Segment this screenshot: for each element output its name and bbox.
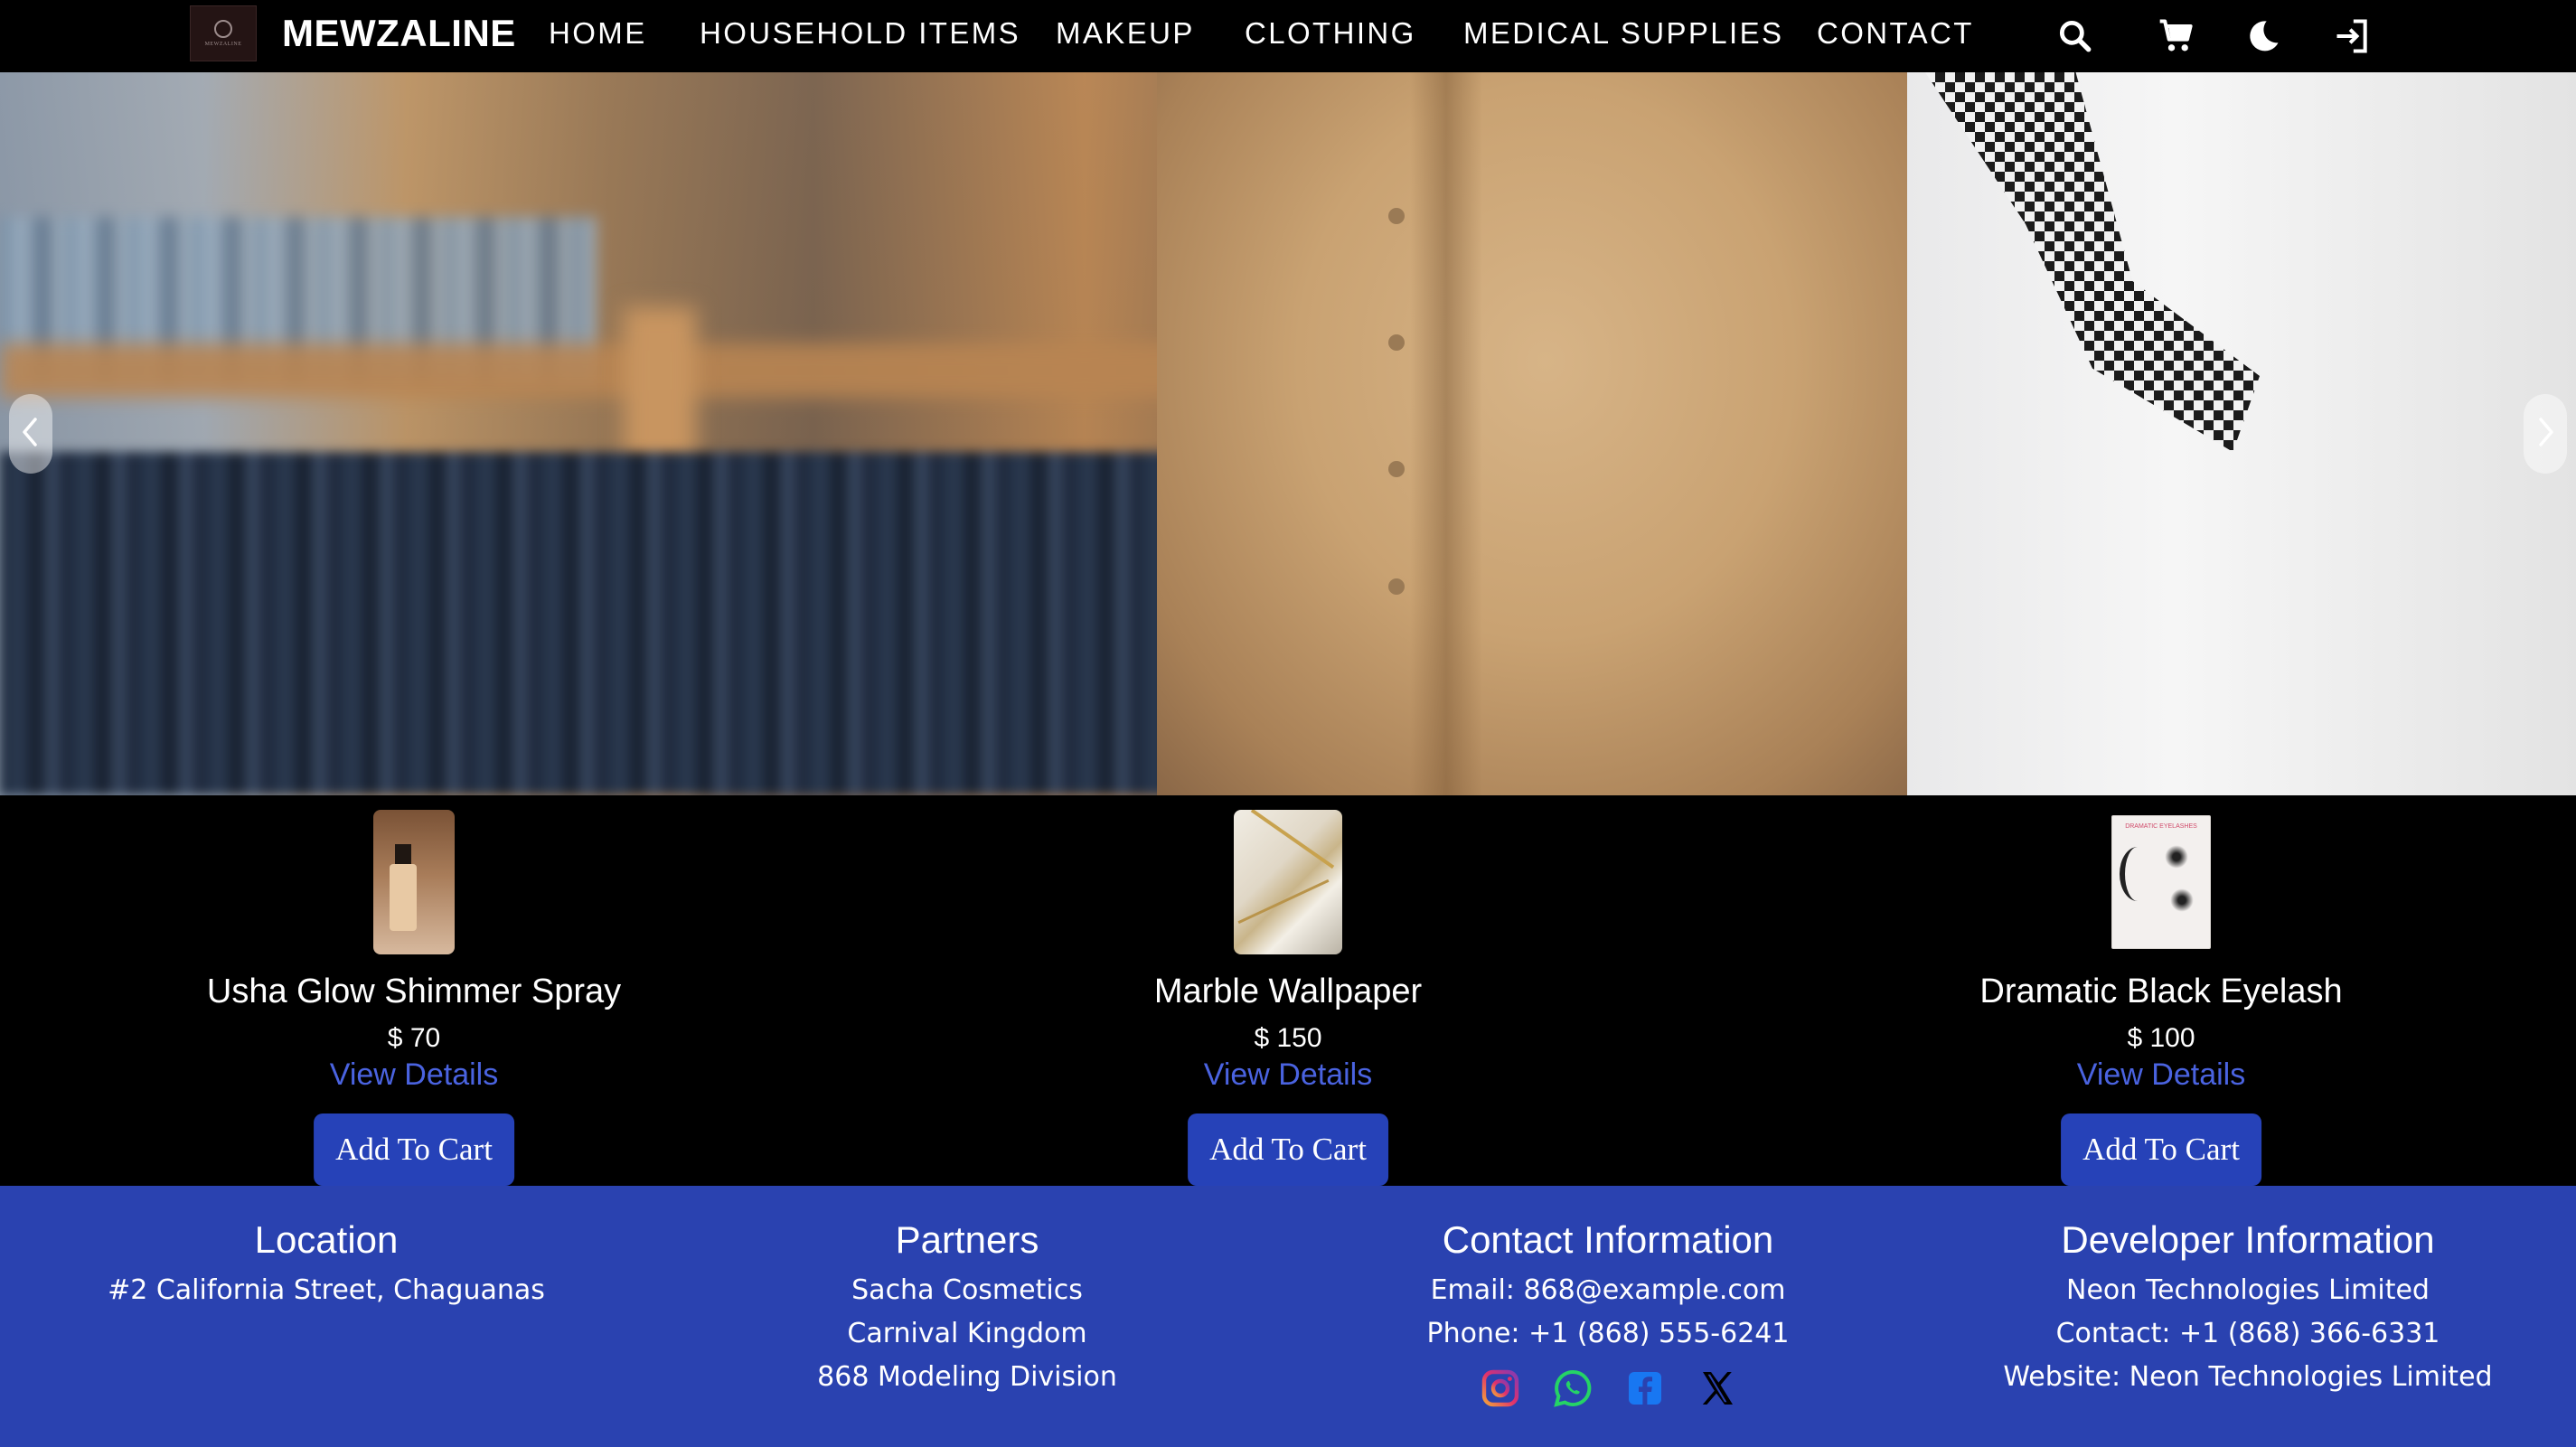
cart-icon[interactable] — [2157, 16, 2196, 56]
footer-developer-name: Neon Technologies Limited — [2066, 1274, 2430, 1306]
add-to-cart-button[interactable]: Add To Cart — [1188, 1113, 1388, 1186]
carousel-prev-button[interactable] — [9, 394, 52, 474]
hero-carousel-image — [0, 72, 2576, 795]
product-price: $ 100 — [2127, 1023, 2195, 1053]
whatsapp-icon[interactable] — [1551, 1367, 1594, 1410]
product-image[interactable]: DRAMATIC EYELASHES — [2111, 815, 2211, 949]
footer-partner-item: Carnival Kingdom — [847, 1318, 1087, 1349]
product-card: Marble Wallpaper $ 150 View Details Add … — [972, 795, 1604, 1186]
nav-medical-supplies[interactable]: MEDICAL SUPPLIES — [1463, 16, 1783, 51]
footer: Location #2 California Street, Chaguanas… — [0, 1186, 2576, 1447]
instagram-icon[interactable] — [1479, 1367, 1522, 1410]
brand-logo[interactable]: MEWZALINE — [190, 5, 257, 61]
footer-partners: Partners Sacha Cosmetics Carnival Kingdo… — [651, 1218, 1283, 1399]
hero-shirt-placket — [1410, 72, 1482, 795]
add-to-cart-button[interactable]: Add To Cart — [314, 1113, 514, 1186]
search-icon[interactable] — [2055, 16, 2095, 56]
hero-shirt-button — [1388, 334, 1405, 351]
footer-developer: Developer Information Neon Technologies … — [1932, 1218, 2564, 1399]
eyelash-shape — [2168, 887, 2195, 914]
footer-partner-item: Sacha Cosmetics — [851, 1274, 1083, 1306]
hero-shirt-button — [1388, 208, 1405, 224]
footer-contact: Contact Information Email: 868@example.c… — [1292, 1218, 1924, 1356]
nav-household-items[interactable]: HOUSEHOLD ITEMS — [700, 16, 1020, 51]
spray-cap — [395, 844, 411, 866]
view-details-link[interactable]: View Details — [98, 1057, 730, 1093]
footer-partner-item: 868 Modeling Division — [817, 1361, 1117, 1393]
footer-contact-title: Contact Information — [1442, 1218, 1774, 1261]
footer-location: Location #2 California Street, Chaguanas — [10, 1218, 643, 1312]
product-price: $ 150 — [1254, 1023, 1322, 1053]
chevron-left-icon — [17, 414, 44, 455]
footer-partners-title: Partners — [895, 1218, 1039, 1261]
chevron-right-icon — [2532, 414, 2559, 455]
eyelash-shape — [2120, 847, 2156, 901]
x-icon[interactable] — [1696, 1367, 1739, 1410]
view-details-link[interactable]: View Details — [1845, 1057, 2477, 1093]
footer-contact-phone: Phone: +1 (868) 555-6241 — [1426, 1318, 1790, 1349]
product-name: Marble Wallpaper — [1153, 972, 1423, 1010]
nav-clothing[interactable]: CLOTHING — [1245, 16, 1416, 51]
hero-clothing-rack — [0, 452, 1247, 795]
product-name: Usha Glow Shimmer Spray — [206, 972, 622, 1010]
hero-shirt-button — [1388, 578, 1405, 595]
footer-developer-website[interactable]: Website: Neon Technologies Limited — [1932, 1356, 2564, 1399]
product-card: Usha Glow Shimmer Spray $ 70 View Detail… — [98, 795, 730, 1186]
navbar: MEWZALINE MEWZALINE HOME HOUSEHOLD ITEMS… — [0, 0, 2576, 72]
login-icon[interactable] — [2332, 16, 2372, 56]
product-image[interactable] — [1234, 810, 1342, 954]
carousel-next-button[interactable] — [2524, 394, 2567, 474]
product-image-title: DRAMATIC EYELASHES — [2125, 823, 2197, 830]
product-image[interactable] — [373, 810, 455, 954]
facebook-icon[interactable] — [1623, 1367, 1667, 1410]
product-name: Dramatic Black Eyelash — [1979, 972, 2343, 1010]
logo-mark — [214, 20, 232, 38]
footer-location-address: #2 California Street, Chaguanas — [108, 1274, 545, 1306]
product-card: DRAMATIC EYELASHES Dramatic Black Eyelas… — [1845, 795, 2477, 1186]
nav-contact[interactable]: CONTACT — [1817, 16, 1974, 51]
eyelash-shape — [2163, 843, 2190, 870]
add-to-cart-button[interactable]: Add To Cart — [2061, 1113, 2261, 1186]
logo-text: MEWZALINE — [204, 42, 242, 47]
view-details-link[interactable]: View Details — [972, 1057, 1604, 1093]
product-price: $ 70 — [387, 1023, 441, 1053]
nav-home[interactable]: HOME — [549, 16, 647, 51]
marble-vein — [1250, 810, 1335, 869]
product-list: Usha Glow Shimmer Spray $ 70 View Detail… — [0, 795, 2576, 1186]
hero-tan-shirt — [1157, 72, 1934, 795]
dark-mode-icon[interactable] — [2243, 16, 2283, 56]
brand-name[interactable]: MEWZALINE — [282, 12, 516, 55]
hero-shirt-button — [1388, 461, 1405, 477]
footer-contact-email: Email: 868@example.com — [1430, 1274, 1786, 1306]
footer-location-title: Location — [254, 1218, 399, 1261]
spray-bottle — [390, 864, 417, 931]
footer-developer-title: Developer Information — [2061, 1218, 2435, 1261]
nav-makeup[interactable]: MAKEUP — [1056, 16, 1195, 51]
marble-vein — [1237, 879, 1330, 925]
footer-developer-contact: Contact: +1 (868) 366-6331 — [2055, 1318, 2440, 1349]
